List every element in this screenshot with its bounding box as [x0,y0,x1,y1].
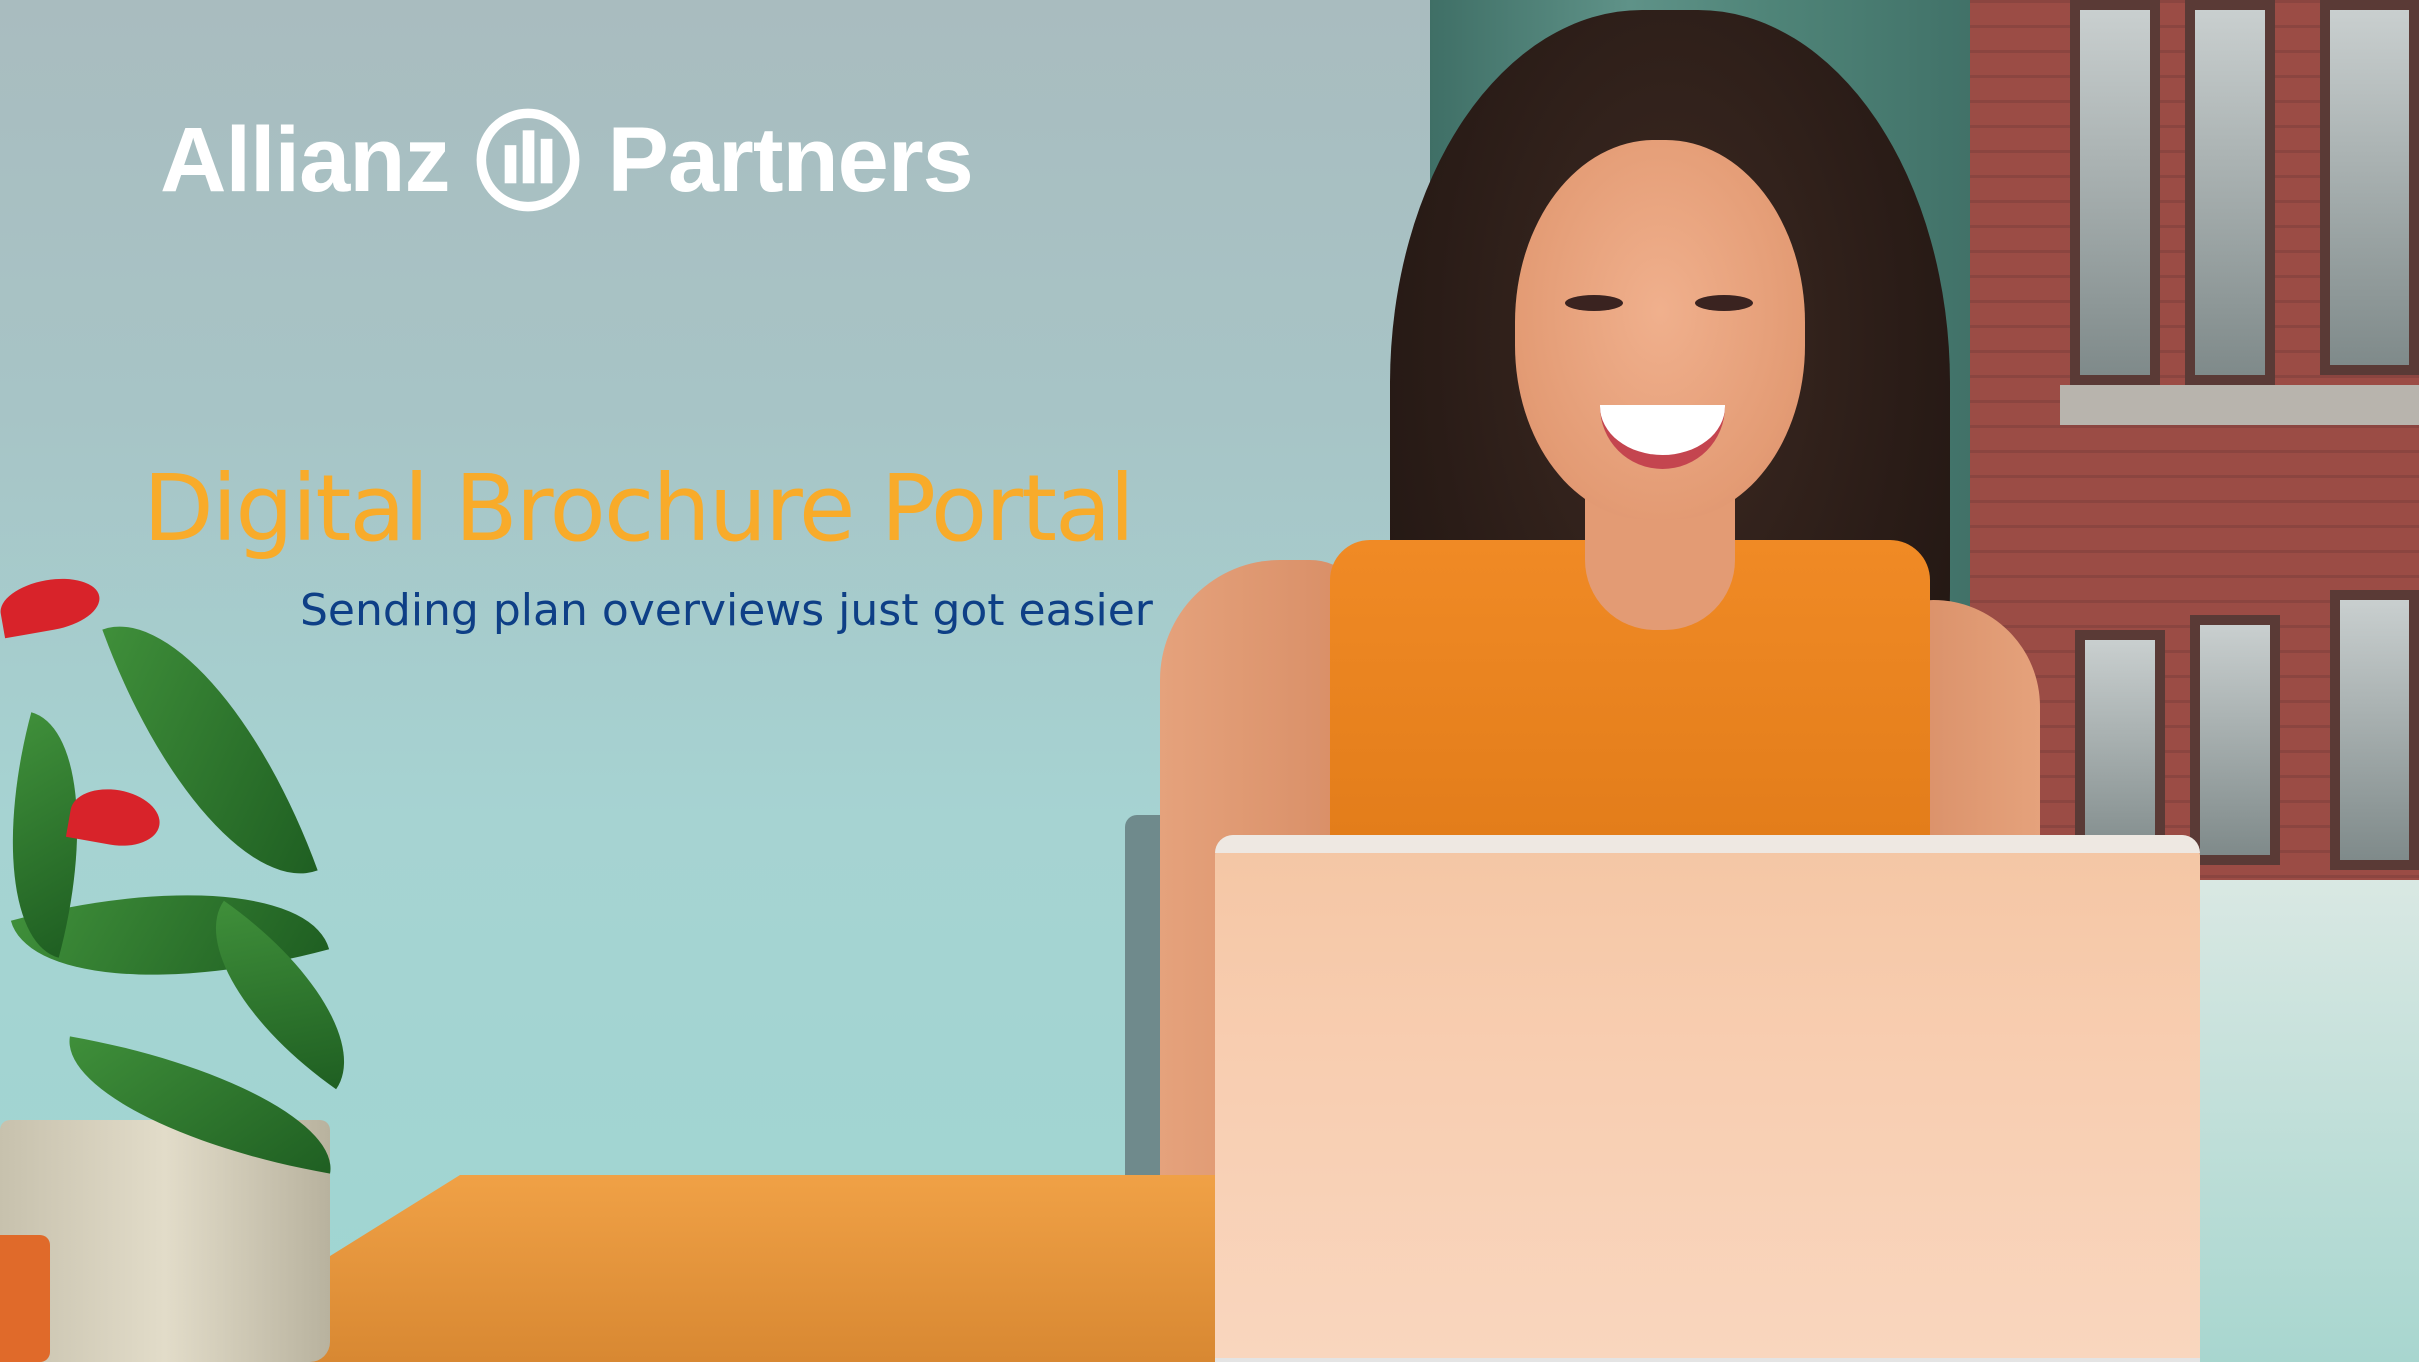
building-window [2075,630,2165,870]
plant-leaf [102,588,318,912]
allianz-partners-logo: Allianz Partners [160,100,974,220]
red-flower [65,782,165,853]
laptop [1215,835,2200,1362]
small-pot [0,1235,50,1362]
building-window [2320,0,2419,375]
window-sill [2060,385,2419,425]
allianz-eagle-seal-icon [477,108,580,212]
page-subtitle: Sending plan overviews just got easier [300,585,1153,636]
brand-name-right: Partners [607,108,973,211]
red-flower [0,571,104,639]
person-eye [1695,295,1753,311]
building-window [2330,590,2419,870]
wooden-table [280,1175,1280,1362]
brand-name-left: Allianz [160,108,450,211]
page-title: Digital Brochure Portal [143,455,1135,562]
building-window [2190,615,2280,865]
person-eye [1565,295,1623,311]
brochure-portal-splash: Allianz Partners Digital Brochure Portal… [0,0,2419,1362]
building-window [2070,0,2160,385]
building-window [2185,0,2275,385]
balcony-railing [2190,880,2419,1362]
